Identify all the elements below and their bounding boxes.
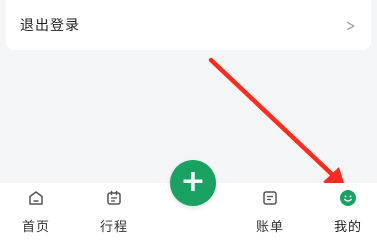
add-button[interactable]: + bbox=[170, 160, 216, 206]
tab-home-label: 首页 bbox=[21, 220, 50, 235]
tab-mine-label: 我的 bbox=[333, 220, 362, 235]
tab-bill-label: 账单 bbox=[255, 220, 284, 235]
calendar-icon bbox=[104, 188, 124, 208]
tab-bill[interactable]: 账单 bbox=[240, 183, 300, 241]
plus-icon: + bbox=[180, 164, 206, 199]
logout-label: 退出登录 bbox=[20, 18, 80, 34]
smiley-icon bbox=[338, 188, 358, 208]
tab-trip[interactable]: 行程 bbox=[84, 183, 144, 241]
tab-mine[interactable]: 我的 bbox=[318, 183, 377, 241]
tab-trip-label: 行程 bbox=[99, 220, 128, 235]
tab-home[interactable]: 首页 bbox=[6, 183, 66, 241]
chevron-right-icon: > bbox=[345, 15, 355, 35]
logout-row[interactable]: 退出登录 > bbox=[6, 0, 371, 50]
home-icon bbox=[26, 188, 46, 208]
bill-icon bbox=[260, 188, 280, 208]
